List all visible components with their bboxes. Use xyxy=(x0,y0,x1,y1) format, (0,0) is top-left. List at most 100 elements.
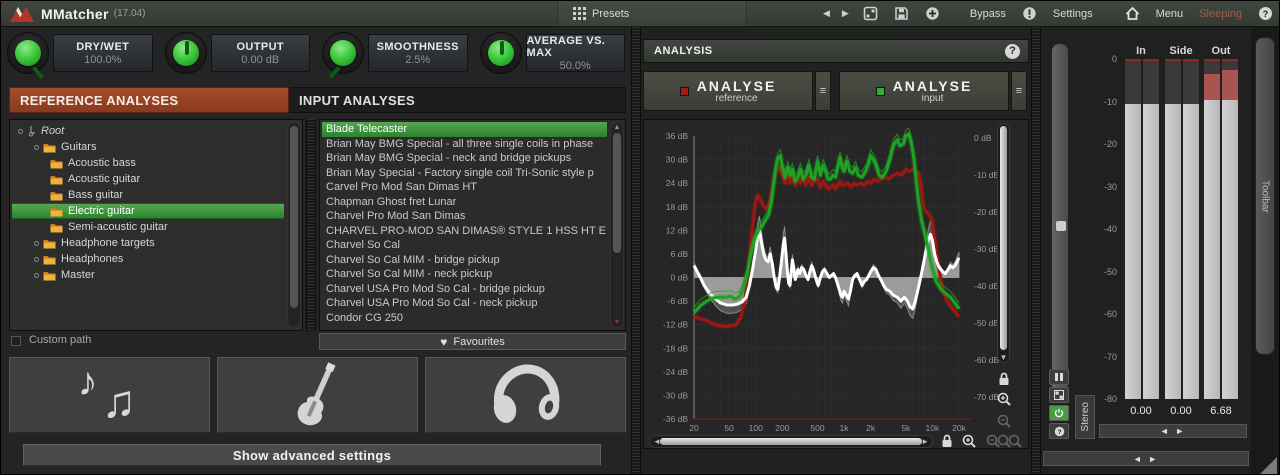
meter-bar-in-r[interactable] xyxy=(1143,59,1159,399)
meter-bar-side-r[interactable] xyxy=(1183,59,1199,399)
favourites-button[interactable]: ♥ Favourites xyxy=(319,333,626,350)
toolbar-handle[interactable]: Toolbar xyxy=(1255,37,1275,355)
meter-layout-button[interactable] xyxy=(1049,387,1069,403)
analyse-input-menu-button[interactable]: ≡ xyxy=(1011,71,1027,111)
meter-bar-out-r[interactable] xyxy=(1222,59,1238,399)
list-item[interactable]: Charvel USA Pro Mod So Cal - neck pickup xyxy=(322,296,607,311)
tree-item-bass-guitar[interactable]: Bass guitar xyxy=(12,187,284,203)
section-divider-right[interactable] xyxy=(1031,27,1041,475)
category-headphones-button[interactable] xyxy=(425,357,626,433)
list-item[interactable]: Charvel So Cal MIM - neck pickup xyxy=(322,267,607,282)
custom-path-checkbox[interactable] xyxy=(11,336,21,346)
expander-icon[interactable] xyxy=(18,129,23,134)
meter-bar-out-l[interactable] xyxy=(1204,59,1220,399)
scroll-down-icon[interactable]: ▼ xyxy=(998,353,1009,362)
meter-help-button[interactable]: ? xyxy=(1049,423,1069,439)
scroll-right-icon[interactable]: ► xyxy=(921,437,929,446)
random-preset-button[interactable] xyxy=(855,3,886,24)
tree-item-headphone-targets[interactable]: Headphone targets xyxy=(12,235,284,251)
list-item[interactable]: Carvel Pro Mod San Dimas HT xyxy=(322,180,607,195)
home-button[interactable] xyxy=(1117,3,1148,24)
slider-handle-icon[interactable] xyxy=(1055,220,1067,232)
analyse-reference-menu-button[interactable]: ≡ xyxy=(815,71,831,111)
list-item[interactable]: Chapman Ghost fret Lunar xyxy=(322,195,607,210)
tab-input-analyses[interactable]: INPUT ANALYSES xyxy=(289,87,626,113)
category-music-button[interactable]: ♪ ♫ xyxy=(9,357,210,433)
expander-icon[interactable] xyxy=(34,273,39,278)
output-knob[interactable] xyxy=(165,32,207,74)
limiter-indicator-button[interactable] xyxy=(1014,3,1045,24)
v-zoom-in-icon[interactable] xyxy=(996,391,1012,407)
expander-icon[interactable] xyxy=(34,145,39,150)
meter-bar-in-l[interactable] xyxy=(1125,59,1141,399)
tree-item-semi-acoustic-guitar[interactable]: Semi-acoustic guitar xyxy=(12,219,284,235)
list-item[interactable]: Blade Telecaster xyxy=(322,122,607,137)
meter-pause-button[interactable] xyxy=(1049,369,1069,385)
window-resize-grip[interactable] xyxy=(1259,457,1277,475)
smoothness-knob[interactable] xyxy=(322,32,364,74)
output-readout[interactable]: OUTPUT 0.00 dB xyxy=(211,34,311,72)
tree-item-headphones[interactable]: Headphones xyxy=(12,251,284,267)
add-preset-button[interactable] xyxy=(917,3,948,24)
h-zoom-lock-icon[interactable] xyxy=(939,433,955,449)
smoothness-readout[interactable]: SMOOTHNESS 2.5% xyxy=(368,34,468,72)
list-item[interactable]: CHARVEL PRO-MOD SAN DIMAS® STYLE 1 HSS H… xyxy=(322,224,607,239)
scroll-down-arrow[interactable]: ▼ xyxy=(611,319,623,326)
help-button[interactable]: ? xyxy=(1250,3,1280,24)
settings-button[interactable]: Settings xyxy=(1045,5,1101,23)
show-advanced-settings-button[interactable]: Show advanced settings xyxy=(23,444,601,466)
v-zoom-lock-icon[interactable] xyxy=(996,371,1012,387)
tree-item-guitars[interactable]: Guitars xyxy=(12,139,284,155)
next-preset-button[interactable]: ▶ xyxy=(836,5,855,22)
menu-button[interactable]: Menu xyxy=(1148,5,1192,23)
panel-divider[interactable] xyxy=(306,119,316,331)
graph-h-scrollbar[interactable]: ◄ ► xyxy=(649,435,933,448)
list-scrollbar[interactable]: ▲ ▼ xyxy=(610,122,624,328)
v-zoom-out-icon[interactable] xyxy=(996,413,1012,429)
dry-wet-knob[interactable] xyxy=(7,32,49,74)
expander-icon[interactable] xyxy=(34,257,39,262)
list-item[interactable]: Brian May BMG Special - all three single… xyxy=(322,137,607,152)
stereo-mode-button[interactable]: Stereo xyxy=(1075,395,1095,439)
list-item[interactable]: Charvel So Cal xyxy=(322,238,607,253)
v-zoom-default-icon[interactable] xyxy=(996,433,1012,449)
meter-zoom-slider[interactable] xyxy=(1051,43,1069,403)
scroll-up-arrow[interactable]: ▲ xyxy=(611,124,623,131)
meter-scrollbar[interactable]: ◄ ► xyxy=(1099,424,1247,438)
scroll-left-icon[interactable]: ◄ xyxy=(653,437,661,446)
analysis-help-icon[interactable]: ? xyxy=(1005,44,1020,59)
tree-item-acoustic-guitar[interactable]: Acoustic guitar xyxy=(12,171,284,187)
list-item[interactable]: Condor CG 250 xyxy=(322,311,607,326)
tree-scrollbar[interactable] xyxy=(287,122,301,328)
spectrum-graph[interactable]: 36 dB30 dB24 dB18 dB12 dB6 dB0 dB-6 dB-1… xyxy=(643,119,1029,449)
list-item[interactable]: Charvel Pro Mod San Dimas xyxy=(322,209,607,224)
list-item[interactable]: Charvel USA Pro Mod So Cal - bridge pick… xyxy=(322,282,607,297)
sleeping-indicator[interactable]: Sleeping xyxy=(1191,5,1250,23)
tab-reference-analyses[interactable]: REFERENCE ANALYSES xyxy=(9,87,289,113)
category-guitar-button[interactable] xyxy=(217,357,418,433)
expander-icon[interactable] xyxy=(34,241,39,246)
h-zoom-in-icon[interactable] xyxy=(961,433,977,449)
meter-bar-side-l[interactable] xyxy=(1165,59,1181,399)
graph-v-scrollbar[interactable]: ▼ xyxy=(997,123,1010,363)
tree-item-acoustic-bass[interactable]: Acoustic bass xyxy=(12,155,284,171)
dry-wet-readout[interactable]: DRY/WET 100.0% xyxy=(53,34,153,72)
analyse-input-button[interactable]: ANALYSE input xyxy=(839,71,1009,111)
list-item[interactable]: Brian May Special - Factory single coil … xyxy=(322,166,607,181)
average-vs-max-readout[interactable]: AVERAGE VS. MAX 50.0% xyxy=(526,34,626,72)
bypass-button[interactable]: Bypass xyxy=(962,5,1014,23)
analyse-reference-button[interactable]: ANALYSE reference xyxy=(643,71,813,111)
average-vs-max-knob[interactable] xyxy=(480,32,522,74)
tree-item-master[interactable]: Master xyxy=(12,267,284,283)
presets-button[interactable]: Presets xyxy=(557,1,747,27)
meter-power-button[interactable] xyxy=(1049,405,1069,421)
bottom-scrollbar[interactable]: ◄ ► xyxy=(1043,451,1249,466)
save-preset-button[interactable] xyxy=(886,3,917,24)
tree-item-root[interactable]: Root xyxy=(12,123,284,139)
analysis-section: ANALYSIS ? ANALYSE reference ≡ ANALYSE i… xyxy=(641,27,1031,475)
section-divider-left[interactable] xyxy=(631,27,641,475)
tree-item-electric-guitar[interactable]: Electric guitar xyxy=(12,203,284,219)
list-item[interactable]: Brian May BMG Special - neck and bridge … xyxy=(322,151,607,166)
list-item[interactable]: Charvel So Cal MIM - bridge pickup xyxy=(322,253,607,268)
previous-preset-button[interactable]: ◀ xyxy=(817,5,836,22)
